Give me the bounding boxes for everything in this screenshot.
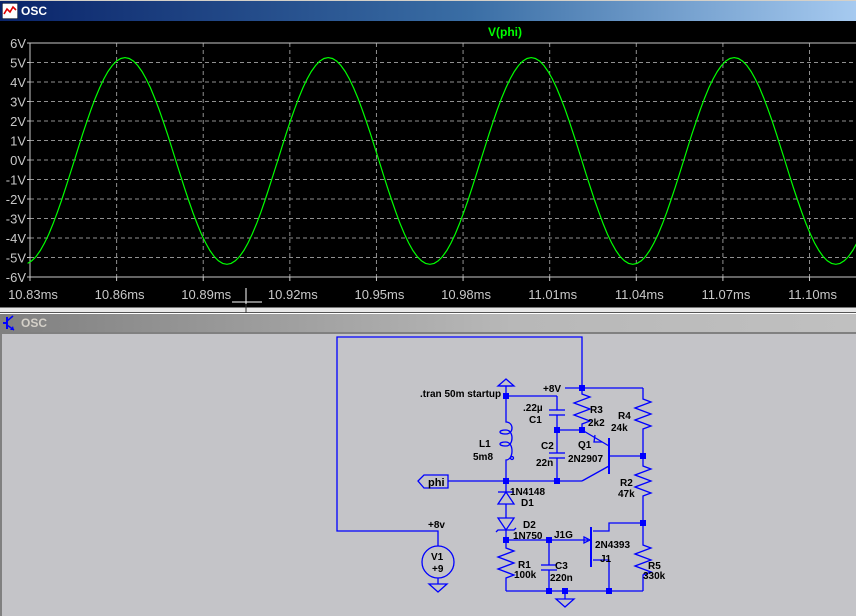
phi-port[interactable]: phi: [417, 474, 449, 489]
x-tick-label: 11.04ms: [615, 287, 664, 302]
q1-ref: Q1: [578, 440, 592, 451]
r1-value: 100k: [514, 570, 537, 581]
waveform-icon: [2, 3, 18, 19]
r4-ref: R4: [618, 411, 631, 422]
y-tick-label: 0V: [10, 153, 26, 168]
r4-value: 24k: [611, 423, 628, 434]
x-tick-label: 10.92ms: [268, 287, 318, 302]
j1-value: 2N4393: [595, 540, 630, 551]
y-tick-label: 2V: [10, 114, 26, 129]
c3-value: 220n: [550, 573, 573, 584]
v1-value: +9: [432, 564, 444, 575]
y-tick-label: -6V: [6, 270, 27, 285]
ground-icon: [427, 583, 449, 593]
y-tick-label: -2V: [6, 192, 27, 207]
y-tick-label: -3V: [6, 212, 27, 227]
schematic-window-title: OSC: [21, 316, 48, 330]
j1-ref: J1: [600, 554, 612, 565]
x-tick-label: 10.83ms: [8, 287, 58, 302]
r3-ref: R3: [590, 405, 603, 416]
net-label-j1g: J1G: [554, 530, 573, 541]
jfet-j1[interactable]: [583, 527, 592, 567]
d2-value: 1N750: [513, 531, 543, 542]
resistor-r2[interactable]: [633, 456, 653, 523]
y-tick-label: 6V: [10, 36, 26, 51]
plot-window-titlebar[interactable]: OSC: [0, 1, 856, 21]
x-tick-label: 11.01ms: [528, 287, 577, 302]
capacitor-c2[interactable]: [549, 430, 565, 481]
net-label-plus8v: +8V: [543, 384, 561, 395]
schematic-drawing[interactable]: phi .tran 50m startup +8V +8v J1G .22µ C…: [0, 332, 856, 616]
y-tick-label: 1V: [10, 134, 26, 149]
x-tick-label: 11.10ms: [788, 287, 837, 302]
trace-label[interactable]: V(phi): [488, 25, 522, 39]
resistor-r4[interactable]: [633, 388, 653, 456]
r2-ref: R2: [620, 478, 633, 489]
plot-window-title: OSC: [21, 4, 48, 18]
c1-ref: C1: [529, 415, 542, 426]
y-tick-label: -1V: [6, 173, 27, 188]
y-tick-label: -5V: [6, 251, 27, 266]
l1-value: 5m8: [473, 452, 493, 463]
capacitor-c1[interactable]: [549, 396, 565, 430]
r2-value: 47k: [618, 489, 635, 500]
c2-ref: C2: [541, 441, 554, 452]
transistor-icon: [3, 315, 15, 331]
d1-value: 1N4148: [510, 487, 545, 498]
tran-directive[interactable]: .tran 50m startup: [420, 389, 501, 400]
x-tick-label: 10.95ms: [355, 287, 405, 302]
net-label-v1-plus8v: +8v: [428, 520, 445, 531]
c2-value: 22n: [536, 458, 553, 469]
v1-ref: V1: [431, 552, 444, 563]
x-tick-label: 10.86ms: [95, 287, 145, 302]
l1-ref: L1: [479, 439, 491, 450]
y-tick-label: 4V: [10, 75, 26, 90]
q1-value: 2N2907: [568, 454, 603, 465]
waveform-plot[interactable]: 6V 5V 4V 3V 2V 1V 0V -1V -2V -3V -4V -5V -6V 10.83ms…: [0, 21, 856, 307]
x-tick-label: 11.07ms: [701, 287, 750, 302]
r5-value: 330k: [643, 571, 666, 582]
y-tick-label: -4V: [6, 231, 27, 246]
resize-cursor-icon: [232, 288, 262, 315]
waveform-chart[interactable]: 6V 5V 4V 3V 2V 1V 0V -1V -2V -3V -4V -5V -6V 10.83ms…: [0, 21, 856, 307]
y-tick-label: 5V: [10, 56, 26, 71]
schematic-canvas[interactable]: phi .tran 50m startup +8V +8v J1G .22µ C…: [0, 332, 856, 616]
x-tick-label: 10.98ms: [441, 287, 491, 302]
resistor-r1[interactable]: [496, 540, 516, 591]
d2-ref: D2: [523, 520, 536, 531]
c1-value: .22µ: [523, 403, 543, 414]
inductor-l1[interactable]: [499, 396, 515, 481]
y-tick-label: 3V: [10, 95, 26, 110]
d1-ref: D1: [521, 498, 534, 509]
c3-ref: C3: [555, 561, 568, 572]
trace-v-phi: [27, 56, 856, 265]
r3-value: 2k2: [588, 418, 605, 429]
x-tick-label: 10.89ms: [181, 287, 231, 302]
phi-port-label: phi: [428, 477, 445, 489]
schematic-window-titlebar[interactable]: OSC: [0, 313, 856, 333]
